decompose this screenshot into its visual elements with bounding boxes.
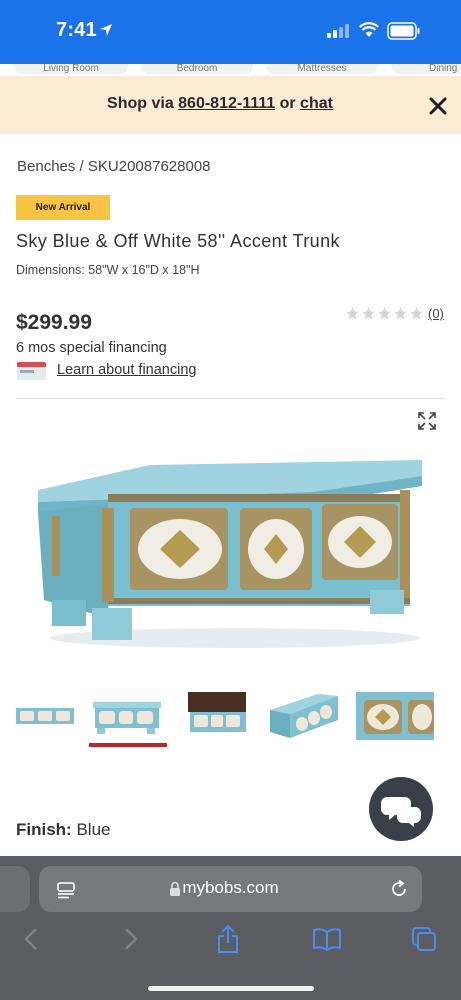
promo-prefix: Shop via bbox=[107, 95, 179, 112]
back-icon[interactable] bbox=[22, 926, 40, 952]
breadcrumb-sku: SKU20087628008 bbox=[87, 158, 211, 175]
browser-toolbar: mybobs.com bbox=[0, 856, 461, 1000]
category-tab[interactable]: Mattresses bbox=[266, 64, 378, 74]
thumbnail-image[interactable] bbox=[89, 688, 165, 740]
wifi-icon bbox=[359, 22, 379, 37]
product-price: $299.99 bbox=[16, 311, 92, 334]
category-tab[interactable]: Dining bbox=[391, 64, 461, 74]
status-bar: 7:41 bbox=[0, 0, 461, 64]
url-text: mybobs.com bbox=[182, 878, 279, 897]
battery-icon bbox=[387, 22, 420, 40]
forward-icon[interactable] bbox=[122, 926, 140, 952]
credit-card-image bbox=[17, 362, 46, 380]
breadcrumb: Benches / SKU20087628008 bbox=[17, 158, 211, 175]
promo-middle: or bbox=[275, 95, 301, 112]
review-count-link[interactable]: (0) bbox=[428, 306, 444, 321]
previous-tab[interactable] bbox=[0, 866, 30, 912]
bookmarks-icon[interactable] bbox=[312, 926, 342, 952]
chat-link[interactable]: chat bbox=[300, 95, 333, 112]
location-arrow-icon bbox=[100, 24, 112, 36]
address-bar[interactable]: mybobs.com bbox=[39, 866, 422, 912]
thumbnail-strip bbox=[0, 688, 461, 750]
star-icon bbox=[394, 307, 407, 320]
thumbnail-image[interactable] bbox=[268, 688, 340, 740]
finish-value: Blue bbox=[76, 820, 111, 839]
category-tab[interactable]: Living Room bbox=[14, 64, 128, 74]
thumbnail-image[interactable] bbox=[356, 688, 434, 740]
promo-banner: Shop via 860-812-1111 or chat bbox=[0, 76, 461, 134]
star-icon bbox=[410, 307, 423, 320]
breadcrumb-separator: / bbox=[79, 158, 84, 175]
category-nav: Living Room Bedroom Mattresses Dining bbox=[0, 64, 461, 76]
breadcrumb-category[interactable]: Benches bbox=[17, 158, 75, 175]
share-icon[interactable] bbox=[216, 924, 240, 954]
cellular-signal-icon bbox=[327, 24, 349, 38]
finish-label: Finish: bbox=[16, 820, 72, 839]
finish-selector-label: Finish: Blue bbox=[16, 820, 110, 840]
product-main-image[interactable] bbox=[30, 450, 430, 655]
home-indicator bbox=[148, 986, 314, 991]
star-icon bbox=[362, 307, 375, 320]
expand-icon[interactable] bbox=[417, 411, 437, 431]
financing-link[interactable]: Learn about financing bbox=[57, 362, 196, 378]
reload-icon[interactable] bbox=[389, 879, 409, 899]
star-icon bbox=[378, 307, 391, 320]
thumbnail-image[interactable] bbox=[186, 688, 248, 740]
category-tab[interactable]: Bedroom bbox=[141, 64, 253, 74]
selected-thumbnail-indicator bbox=[89, 743, 167, 747]
promo-text: Shop via 860-812-1111 or chat bbox=[0, 95, 440, 113]
star-icon bbox=[346, 307, 359, 320]
close-icon[interactable] bbox=[428, 96, 448, 116]
star-rating[interactable] bbox=[345, 306, 424, 321]
thumbnail-image[interactable] bbox=[16, 688, 74, 740]
divider bbox=[16, 398, 445, 399]
product-dimensions: Dimensions: 58"W x 16"D x 18"H bbox=[16, 263, 200, 277]
status-time: 7:41 bbox=[56, 19, 97, 41]
chat-bubbles-icon bbox=[381, 797, 421, 827]
chat-button[interactable] bbox=[369, 777, 433, 841]
phone-link[interactable]: 860-812-1111 bbox=[178, 95, 275, 112]
product-title: Sky Blue & Off White 58'' Accent Trunk bbox=[16, 231, 340, 251]
new-arrival-badge: New Arrival bbox=[16, 195, 110, 220]
financing-text: 6 mos special financing bbox=[16, 340, 167, 356]
tabs-icon[interactable] bbox=[411, 926, 437, 952]
